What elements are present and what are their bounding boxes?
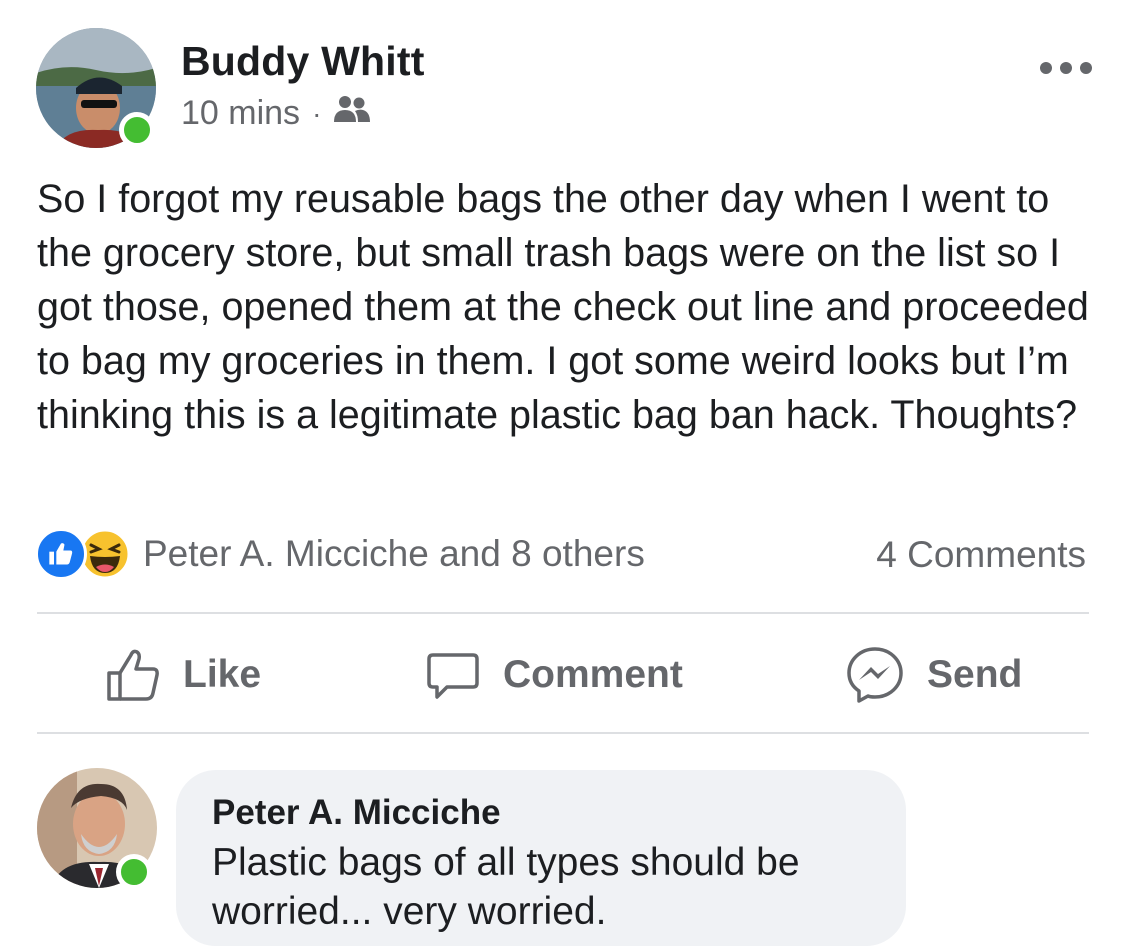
comment-author[interactable]: Peter A. Micciche bbox=[212, 792, 870, 834]
like-icon bbox=[107, 649, 159, 701]
friends-icon[interactable] bbox=[333, 94, 371, 133]
reactors-text[interactable]: Peter A. Micciche and 8 others bbox=[143, 533, 645, 575]
more-options-icon[interactable] bbox=[1040, 58, 1092, 78]
comment-label: Comment bbox=[503, 653, 683, 696]
comments-count[interactable]: 4 Comments bbox=[876, 534, 1086, 576]
like-reaction-icon bbox=[35, 528, 87, 580]
send-label: Send bbox=[927, 653, 1023, 696]
comment-button[interactable]: Comment bbox=[425, 640, 683, 710]
author-name[interactable]: Buddy Whitt bbox=[181, 38, 425, 85]
post-time[interactable]: 10 mins bbox=[181, 94, 300, 133]
commenter-online-indicator bbox=[116, 854, 152, 890]
like-label: Like bbox=[183, 653, 262, 696]
author-online-indicator bbox=[119, 112, 155, 148]
post-text: So I forgot my reusable bags the other d… bbox=[37, 177, 1089, 437]
messenger-icon bbox=[847, 647, 903, 703]
reactions-summary[interactable]: Peter A. Micciche and 8 others bbox=[35, 528, 645, 580]
send-button[interactable]: Send bbox=[845, 640, 1022, 710]
comment-icon bbox=[427, 653, 479, 699]
comment-text: Plastic bags of all types should be worr… bbox=[212, 841, 800, 933]
divider-bottom bbox=[37, 732, 1089, 734]
facebook-post: Buddy Whitt 10 mins · So I forgot my reu… bbox=[0, 0, 1125, 951]
comment-bubble[interactable]: Peter A. Micciche Plastic bags of all ty… bbox=[176, 770, 906, 946]
like-button[interactable]: Like bbox=[105, 640, 261, 710]
divider-top bbox=[37, 612, 1089, 614]
post-meta: 10 mins · bbox=[181, 94, 371, 133]
meta-separator: · bbox=[312, 97, 322, 129]
